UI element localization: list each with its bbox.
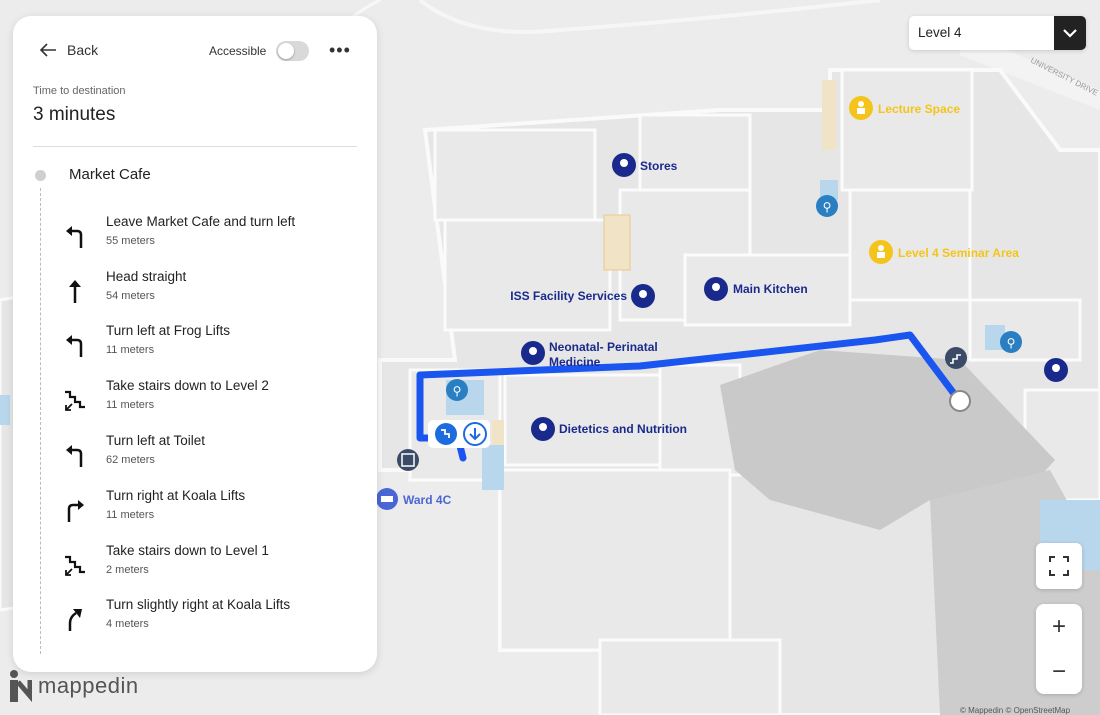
route-start-marker <box>949 390 971 412</box>
step-title: Take stairs down to Level 2 <box>106 378 269 393</box>
step-title: Turn left at Frog Lifts <box>106 323 231 338</box>
poi-label-kitchen[interactable]: Main Kitchen <box>733 282 808 296</box>
pin-icon[interactable] <box>631 284 655 308</box>
level-selector-value: Level 4 <box>918 25 962 40</box>
poi-label-lecture[interactable]: Lecture Space <box>878 102 960 116</box>
minus-icon: − <box>1051 658 1066 685</box>
level-dropdown-button[interactable] <box>1054 16 1086 50</box>
accessible-label: Accessible <box>209 44 267 58</box>
step-distance: 11 meters <box>106 509 155 521</box>
pin-icon[interactable] <box>1044 358 1068 382</box>
plus-icon: + <box>1051 613 1066 640</box>
step-item[interactable]: Take stairs down to Level 2 11 meters <box>61 378 351 428</box>
turn-left-icon <box>66 445 83 467</box>
toilet-icon[interactable]: ⚲ <box>446 379 468 401</box>
step-distance: 11 meters <box>106 399 155 411</box>
step-distance: 11 meters <box>106 344 155 356</box>
pin-icon[interactable] <box>531 417 555 441</box>
mappedin-logo-icon <box>10 670 32 703</box>
poi-label-neonatal-line1[interactable]: Neonatal- Perinatal <box>549 340 658 354</box>
bed-icon[interactable] <box>376 488 398 510</box>
lift-icon[interactable] <box>397 449 419 471</box>
turn-left-icon <box>66 226 83 248</box>
back-button[interactable]: Back <box>39 42 98 58</box>
time-value: 3 minutes <box>33 104 116 125</box>
poi-label-neonatal-line2[interactable]: Medicine <box>549 355 601 369</box>
zoom-out-button[interactable]: − <box>1036 649 1082 694</box>
arrow-up-icon <box>69 280 81 303</box>
toilet-icon[interactable]: ⚲ <box>816 195 838 217</box>
step-item[interactable]: Turn right at Koala Lifts 11 meters <box>61 488 351 538</box>
stairs-icon[interactable] <box>945 347 967 369</box>
step-distance: 62 meters <box>106 454 155 466</box>
level-selector[interactable]: Level 4 <box>909 16 1086 50</box>
step-title: Head straight <box>106 269 187 284</box>
step-item[interactable]: Turn slightly right at Koala Lifts 4 met… <box>61 597 351 647</box>
pin-icon[interactable] <box>612 153 636 177</box>
back-label: Back <box>67 42 99 58</box>
destination-name: Market Cafe <box>69 166 151 183</box>
accessible-toggle[interactable] <box>276 41 309 61</box>
fullscreen-button[interactable] <box>1036 543 1082 589</box>
step-item[interactable]: Leave Market Cafe and turn left 55 meter… <box>61 214 351 264</box>
route-timeline <box>40 188 41 654</box>
step-item[interactable]: Head straight 54 meters <box>61 269 351 319</box>
step-item[interactable]: Turn left at Frog Lifts 11 meters <box>61 323 351 373</box>
lecture-icon[interactable] <box>849 96 873 120</box>
stairs-down-marker[interactable] <box>428 420 490 448</box>
poi-label-iss[interactable]: ISS Facility Services <box>510 289 627 303</box>
mappedin-logo: mappedin <box>8 668 139 704</box>
attribution[interactable]: © Mappedin © OpenStreetMap <box>960 706 1070 715</box>
svg-text:⚲: ⚲ <box>453 384 462 398</box>
step-item[interactable]: Take stairs down to Level 1 2 meters <box>61 543 351 593</box>
poi-label-seminar[interactable]: Level 4 Seminar Area <box>898 246 1019 260</box>
zoom-control: + − <box>1036 604 1082 694</box>
directions-panel: Back Accessible ••• Time to destination … <box>13 16 377 672</box>
step-title: Turn left at Toilet <box>106 433 206 448</box>
turn-right-icon <box>67 500 84 522</box>
toilet-icon[interactable]: ⚲ <box>1000 331 1022 353</box>
destination-dot-icon <box>35 170 46 181</box>
step-title: Take stairs down to Level 1 <box>106 543 269 558</box>
stairs-down-icon <box>65 555 85 576</box>
time-label: Time to destination <box>33 85 126 97</box>
svg-text:⚲: ⚲ <box>1007 336 1016 350</box>
step-item[interactable]: Turn left at Toilet 62 meters <box>61 433 351 483</box>
zoom-in-button[interactable]: + <box>1036 604 1082 649</box>
step-title: Turn right at Koala Lifts <box>106 488 246 503</box>
step-distance: 54 meters <box>106 290 155 302</box>
logo-text: mappedin <box>38 673 139 698</box>
poi-label-dietetics[interactable]: Dietetics and Nutrition <box>559 422 687 436</box>
lecture-icon[interactable] <box>869 240 893 264</box>
svg-text:⚲: ⚲ <box>823 200 832 214</box>
pin-icon[interactable] <box>521 341 545 365</box>
chevron-down-icon <box>1063 29 1077 38</box>
step-distance: 55 meters <box>106 235 155 247</box>
more-options-icon[interactable]: ••• <box>329 40 351 61</box>
step-title: Leave Market Cafe and turn left <box>106 214 296 229</box>
slight-right-icon <box>68 609 82 631</box>
pin-icon[interactable] <box>704 277 728 301</box>
step-distance: 4 meters <box>106 618 149 630</box>
step-title: Turn slightly right at Koala Lifts <box>106 597 291 612</box>
poi-label-ward[interactable]: Ward 4C <box>403 493 452 507</box>
turn-left-icon <box>66 335 83 357</box>
toggle-knob <box>278 43 294 59</box>
poi-label-stores[interactable]: Stores <box>640 159 678 173</box>
step-distance: 2 meters <box>106 564 149 576</box>
fullscreen-icon <box>1049 556 1069 576</box>
stairs-down-icon <box>65 390 85 411</box>
divider <box>33 146 357 147</box>
arrow-left-icon <box>39 43 56 57</box>
